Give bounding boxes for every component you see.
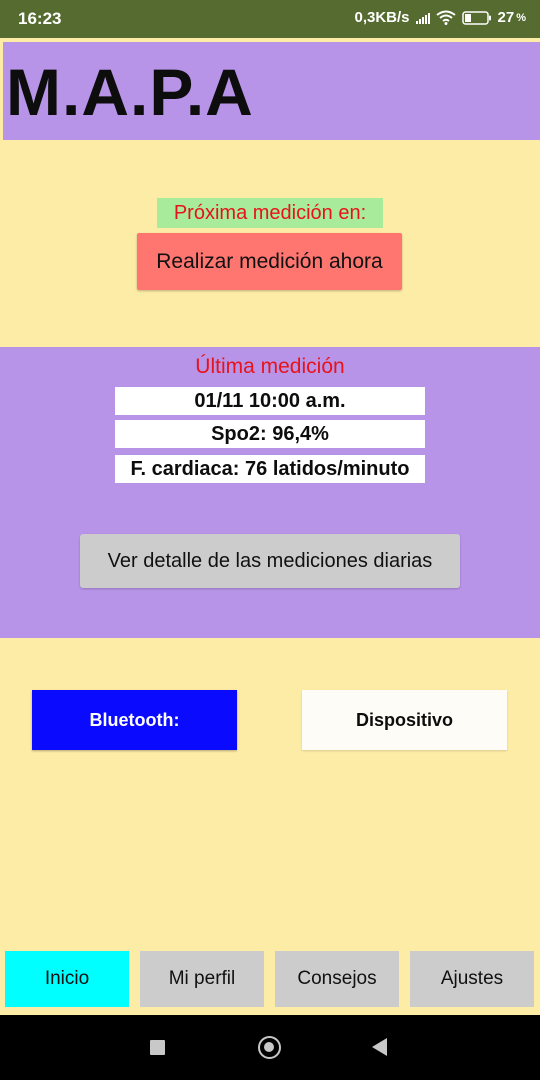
- network-speed: 0,3KB/s: [354, 9, 410, 26]
- status-bar: 16:23 0,3KB/s 27 %: [0, 0, 540, 38]
- measure-now-button[interactable]: Realizar medición ahora: [137, 233, 402, 290]
- tab-mi-perfil[interactable]: Mi perfil: [140, 951, 264, 1007]
- measurement-datetime: 01/11 10:00 a.m.: [115, 387, 425, 415]
- home-icon[interactable]: [258, 1036, 281, 1059]
- spo2-value: Spo2: 96,4%: [115, 420, 425, 448]
- battery-percent: 27: [497, 9, 515, 26]
- heart-rate-value: F. cardiaca: 76 latidos/minuto: [115, 455, 425, 483]
- tab-ajustes[interactable]: Ajustes: [410, 951, 534, 1007]
- app-title: M.A.P.A: [6, 55, 254, 129]
- next-measurement-label: Próxima medición en:: [157, 198, 383, 228]
- recents-icon[interactable]: [150, 1040, 165, 1055]
- wifi-icon: [435, 10, 456, 25]
- daily-details-button[interactable]: Ver detalle de las mediciones diarias: [80, 534, 460, 588]
- last-measurement-panel: Última medición 01/11 10:00 a.m. Spo2: 9…: [0, 347, 540, 638]
- battery-icon: [461, 10, 492, 25]
- status-time: 16:23: [18, 9, 62, 28]
- tab-inicio[interactable]: Inicio: [5, 951, 129, 1007]
- device-button[interactable]: Dispositivo: [302, 690, 507, 750]
- back-icon[interactable]: [372, 1038, 387, 1056]
- system-nav-bar: [0, 1015, 540, 1080]
- status-indicators: 0,3KB/s 27 %: [355, 9, 527, 26]
- tab-consejos[interactable]: Consejos: [275, 951, 399, 1007]
- last-measurement-title: Última medición: [195, 355, 345, 378]
- battery-unit: %: [516, 11, 526, 24]
- header-bar: M.A.P.A: [3, 42, 540, 140]
- signal-icon: [415, 12, 430, 24]
- bluetooth-button[interactable]: Bluetooth:: [32, 690, 237, 750]
